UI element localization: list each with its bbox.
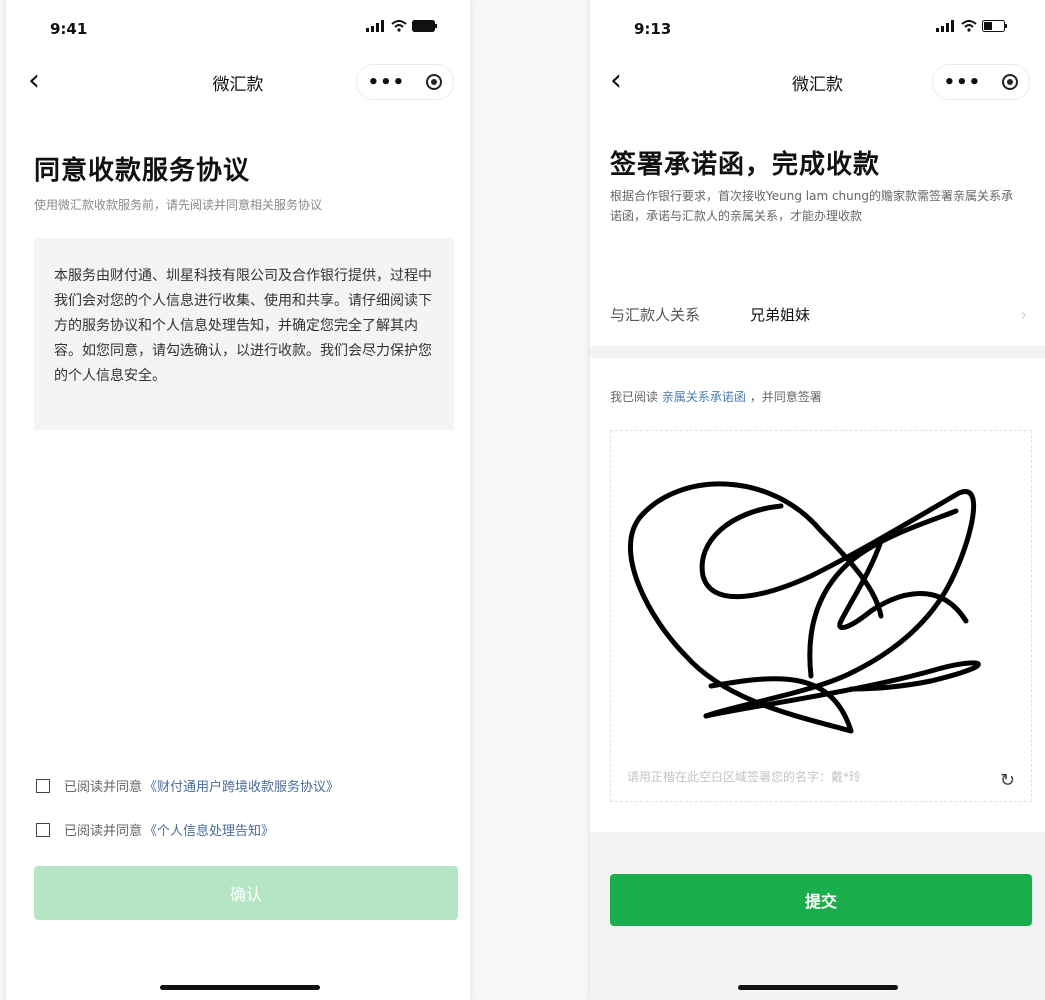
read-prefix: 我已阅读 (610, 390, 659, 404)
agreement-row[interactable]: 已阅读并同意 《个人信息处理告知》 (36, 820, 274, 839)
wifi-icon (391, 20, 407, 32)
chevron-right-icon: › (1020, 304, 1027, 324)
capsule-menu: ••• (932, 64, 1030, 100)
notice-box: 本服务由财付通、圳星科技有限公司及合作银行提供，过程中我们会对您的个人信息进行收… (34, 238, 454, 430)
status-time: 9:13 (634, 20, 672, 38)
privacy-notice-link[interactable]: 《个人信息处理告知》 (144, 820, 274, 839)
status-icons (366, 20, 438, 32)
status-bar: 9:13 (590, 0, 1045, 60)
battery-icon (412, 20, 437, 32)
relation-label: 与汇款人关系 (610, 305, 701, 324)
signal-icon (936, 20, 954, 32)
relation-selector[interactable]: 与汇款人关系 兄弟姐妹 › (610, 292, 1027, 336)
page-subtitle: 根据合作银行要求，首次接收Yeung lam chung的赡家款需签署亲属关系承… (610, 189, 1013, 223)
close-miniprogram-icon[interactable] (426, 74, 443, 90)
nav-bar: ‹ 微汇款 ••• (6, 62, 470, 106)
status-bar: 9:41 (6, 0, 470, 60)
read-suffix: ，并同意签署 (749, 390, 822, 404)
status-icons (936, 20, 1008, 32)
agreement-prefix: 已阅读并同意 (64, 780, 143, 795)
page-subtitle: 使用微汇款收款服务前，请先阅读并同意相关服务协议 (34, 198, 323, 212)
refresh-icon[interactable]: ↻ (1000, 770, 1015, 791)
home-indicator (160, 985, 320, 990)
agreement-screen: 9:41 ‹ 微汇款 ••• 同意收款服务协议 使用微汇款收款服务前，请先阅读并… (6, 0, 470, 1000)
submit-button[interactable]: 提交 (610, 874, 1032, 926)
signature-pad[interactable]: 请用正楷在此空白区域签署您的名字：戴*玲 ↻ (610, 430, 1032, 802)
status-time: 9:41 (50, 20, 88, 38)
home-indicator (738, 985, 898, 990)
checkbox-icon[interactable] (36, 778, 50, 793)
signature-hint: 请用正楷在此空白区域签署您的名字：戴*玲 (627, 770, 862, 784)
page-title: 签署承诺函，完成收款 (610, 150, 881, 180)
page-title: 同意收款服务协议 (34, 156, 251, 186)
agreement-prefix: 已阅读并同意 (64, 824, 143, 839)
read-agreement-row: 我已阅读 亲属关系承诺函 ，并同意签署 (610, 388, 822, 405)
confirm-button[interactable]: 确认 (34, 866, 458, 920)
checkbox-icon[interactable] (36, 822, 50, 837)
section-divider (590, 346, 1045, 358)
nav-bar: ‹ 微汇款 ••• (590, 62, 1045, 106)
service-agreement-link[interactable]: 《财付通用户跨境收款服务协议》 (144, 776, 339, 795)
wifi-icon (961, 20, 977, 32)
signature-screen: 9:13 ‹ 微汇款 ••• 签署承诺函，完成收款 根据合作银行要求，首次接收Y… (590, 0, 1045, 1000)
agreement-row[interactable]: 已阅读并同意 《财付通用户跨境收款服务协议》 (36, 776, 339, 795)
battery-icon (982, 20, 1007, 32)
capsule-menu: ••• (356, 64, 454, 100)
kinship-letter-link[interactable]: 亲属关系承诺函 (662, 390, 746, 404)
close-miniprogram-icon[interactable] (1002, 74, 1019, 90)
signal-icon (366, 20, 384, 32)
more-icon[interactable]: ••• (368, 72, 406, 93)
relation-value: 兄弟姐妹 (750, 305, 811, 324)
notice-text: 本服务由财付通、圳星科技有限公司及合作银行提供，过程中我们会对您的个人信息进行收… (54, 268, 432, 384)
signature-strokes (628, 481, 981, 734)
more-icon[interactable]: ••• (944, 72, 982, 93)
